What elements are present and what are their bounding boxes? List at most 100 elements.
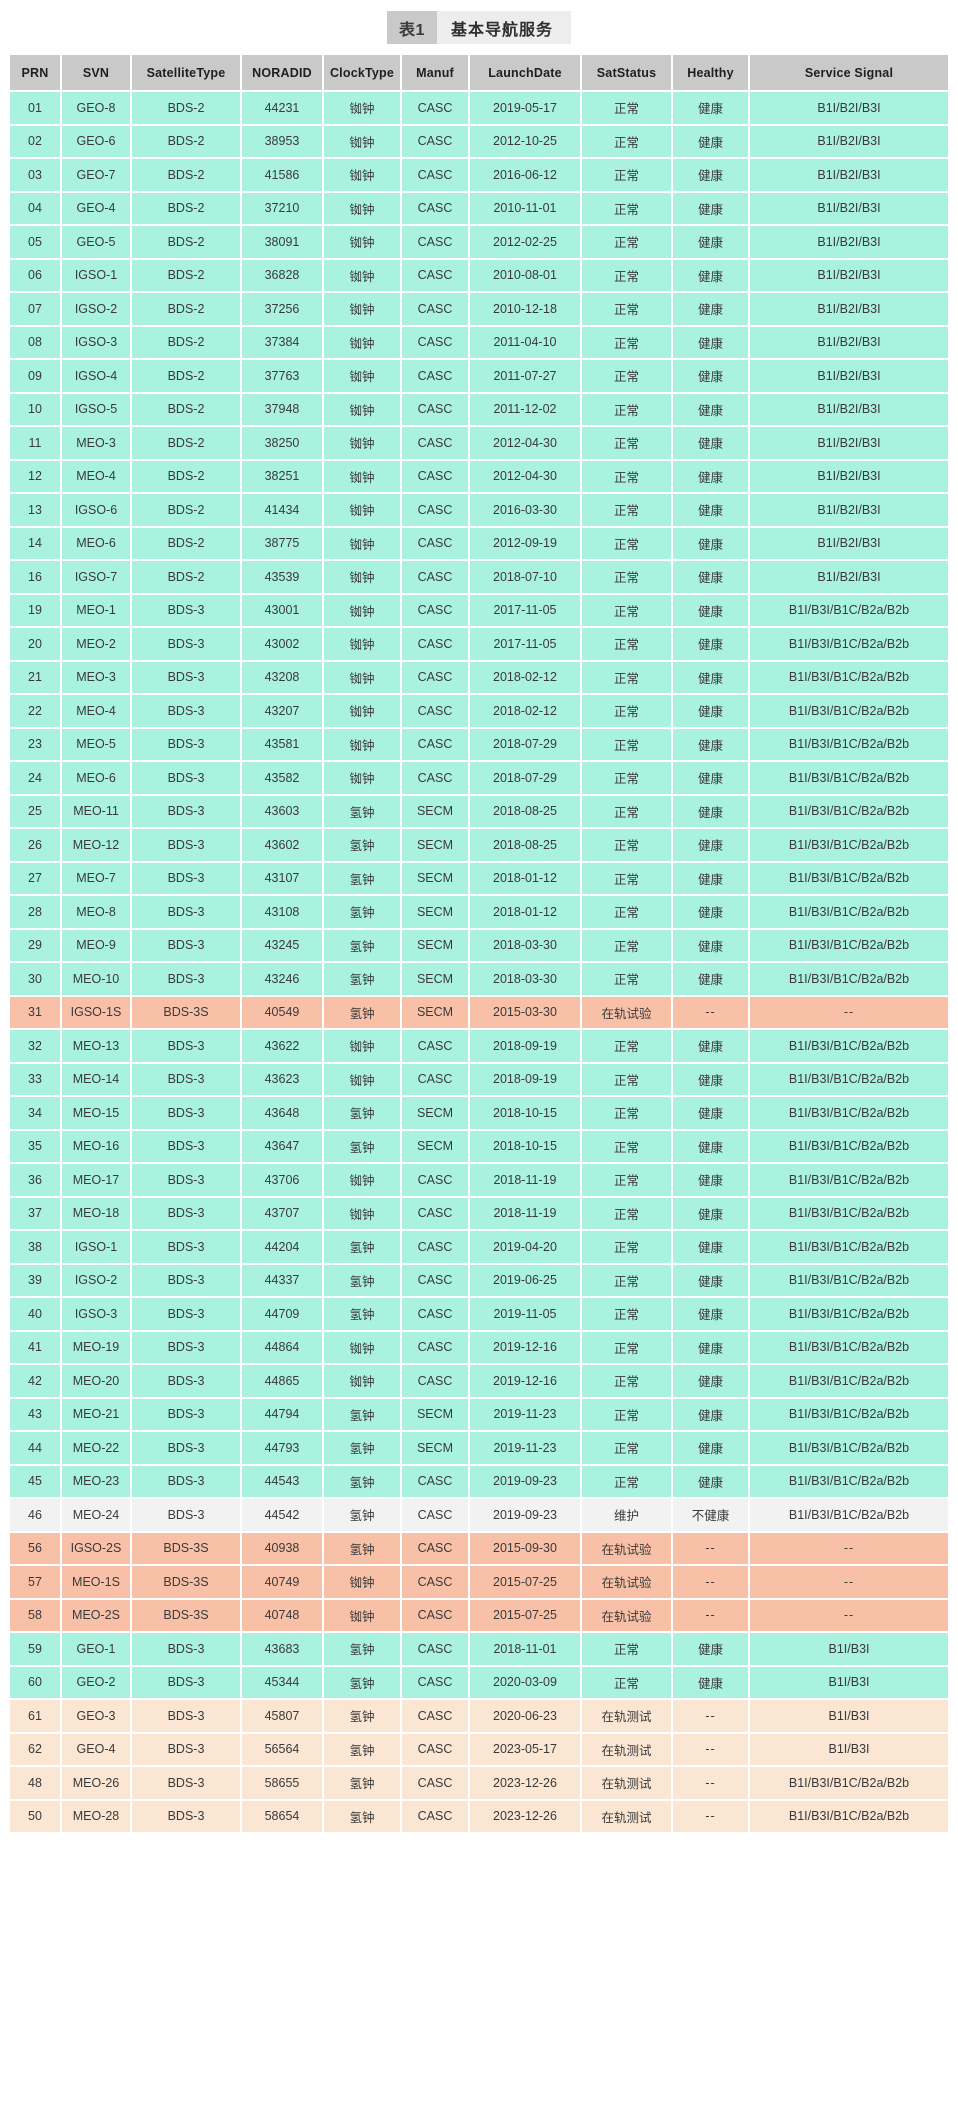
- column-header-clock-type[interactable]: ClockType: [323, 55, 402, 92]
- column-header-sat-status[interactable]: SatStatus: [581, 55, 673, 92]
- cell-healthy: 健康: [672, 1297, 750, 1332]
- column-header-service-signal[interactable]: Service Signal: [749, 55, 948, 92]
- cell-service-signal: B1I/B3I/B1C/B2a/B2b: [749, 1766, 948, 1801]
- table-row[interactable]: 32 MEO-13 BDS-3 43622 铷钟 CASC 2018-09-19 正常 健康 B1…: [10, 1029, 948, 1064]
- table-row[interactable]: 46 MEO-24 BDS-3 44542 氢钟 CASC 2019-09-23 维护 不健康 B…: [10, 1498, 948, 1533]
- column-header-manuf[interactable]: Manuf: [401, 55, 470, 92]
- table-row[interactable]: 07 IGSO-2 BDS-2 37256 铷钟 CASC 2010-12-18 正常 健康 B1…: [10, 292, 948, 327]
- cell-service-signal: B1I/B2I/B3I: [749, 292, 948, 327]
- table-row[interactable]: 06 IGSO-1 BDS-2 36828 铷钟 CASC 2010-08-01 正常 健康 B1…: [10, 258, 948, 293]
- cell-sat-status: 正常: [581, 828, 673, 863]
- table-row[interactable]: 26 MEO-12 BDS-3 43602 氢钟 SECM 2018-08-25 正常 健康 B1…: [10, 828, 948, 863]
- table-header: PRN SVN SatelliteType NORADID ClockType Manuf…: [10, 55, 948, 92]
- column-header-svn[interactable]: SVN: [61, 55, 132, 92]
- column-header-healthy[interactable]: Healthy: [672, 55, 750, 92]
- table-row[interactable]: 20 MEO-2 BDS-3 43002 铷钟 CASC 2017-11-05 正常 健康 B1I…: [10, 627, 948, 662]
- table-row[interactable]: 34 MEO-15 BDS-3 43648 氢钟 SECM 2018-10-15 正常 健康 B1…: [10, 1096, 948, 1131]
- table-row[interactable]: 57 MEO-1S BDS-3S 40749 铷钟 CASC 2015-07-25 在轨试验 -…: [10, 1565, 948, 1600]
- cell-sat-status: 正常: [581, 124, 673, 159]
- table-row[interactable]: 14 MEO-6 BDS-2 38775 铷钟 CASC 2012-09-19 正常 健康 B1I…: [10, 526, 948, 561]
- cell-healthy: 健康: [672, 526, 750, 561]
- cell-healthy: 健康: [672, 727, 750, 762]
- table-row[interactable]: 56 IGSO-2S BDS-3S 40938 氢钟 CASC 2015-09-30 在轨试验…: [10, 1531, 948, 1566]
- table-row[interactable]: 16 IGSO-7 BDS-2 43539 铷钟 CASC 2018-07-10 正常 健康 B1…: [10, 560, 948, 595]
- table-row[interactable]: 59 GEO-1 BDS-3 43683 氢钟 CASC 2018-11-01 正常 健康 B1I…: [10, 1632, 948, 1667]
- cell-noradid: 41586: [241, 158, 324, 193]
- cell-satellite-type: BDS-3: [131, 1431, 242, 1466]
- table-row[interactable]: 48 MEO-26 BDS-3 58655 氢钟 CASC 2023-12-26 在轨测试 --…: [10, 1766, 948, 1801]
- cell-prn: 22: [10, 694, 62, 729]
- table-row[interactable]: 24 MEO-6 BDS-3 43582 铷钟 CASC 2018-07-29 正常 健康 B1I…: [10, 761, 948, 796]
- table-row[interactable]: 35 MEO-16 BDS-3 43647 氢钟 SECM 2018-10-15 正常 健康 B1…: [10, 1129, 948, 1164]
- table-row[interactable]: 45 MEO-23 BDS-3 44543 氢钟 CASC 2019-09-23 正常 健康 B1…: [10, 1464, 948, 1499]
- cell-healthy: 不健康: [672, 1498, 750, 1533]
- table-row[interactable]: 08 IGSO-3 BDS-2 37384 铷钟 CASC 2011-04-10 正常 健康 B1…: [10, 325, 948, 360]
- table-row[interactable]: 19 MEO-1 BDS-3 43001 铷钟 CASC 2017-11-05 正常 健康 B1I…: [10, 593, 948, 628]
- cell-manuf: SECM: [401, 1096, 470, 1131]
- table-row[interactable]: 61 GEO-3 BDS-3 45807 氢钟 CASC 2020-06-23 在轨测试 -- B…: [10, 1699, 948, 1734]
- cell-satellite-type: BDS-2: [131, 359, 242, 394]
- cell-service-signal: B1I/B3I/B1C/B2a/B2b: [749, 794, 948, 829]
- table-row[interactable]: 36 MEO-17 BDS-3 43706 铷钟 CASC 2018-11-19 正常 健康 B1…: [10, 1163, 948, 1198]
- cell-healthy: 健康: [672, 426, 750, 461]
- table-row[interactable]: 22 MEO-4 BDS-3 43207 铷钟 CASC 2018-02-12 正常 健康 B1I…: [10, 694, 948, 729]
- cell-clock-type: 铷钟: [323, 91, 402, 126]
- table-row[interactable]: 13 IGSO-6 BDS-2 41434 铷钟 CASC 2016-03-30 正常 健康 B1…: [10, 493, 948, 528]
- cell-launch-date: 2019-05-17: [469, 91, 582, 126]
- table-row[interactable]: 39 IGSO-2 BDS-3 44337 氢钟 CASC 2019-06-25 正常 健康 B1…: [10, 1263, 948, 1298]
- table-row[interactable]: 62 GEO-4 BDS-3 56564 氢钟 CASC 2023-05-17 在轨测试 -- B…: [10, 1732, 948, 1767]
- table-row[interactable]: 29 MEO-9 BDS-3 43245 氢钟 SECM 2018-03-30 正常 健康 B1I…: [10, 928, 948, 963]
- cell-sat-status: 正常: [581, 225, 673, 260]
- table-row[interactable]: 05 GEO-5 BDS-2 38091 铷钟 CASC 2012-02-25 正常 健康 B1I…: [10, 225, 948, 260]
- table-row[interactable]: 33 MEO-14 BDS-3 43623 铷钟 CASC 2018-09-19 正常 健康 B1…: [10, 1062, 948, 1097]
- column-header-launch-date[interactable]: LaunchDate: [469, 55, 582, 92]
- column-header-satellite-type[interactable]: SatelliteType: [131, 55, 242, 92]
- table-row[interactable]: 09 IGSO-4 BDS-2 37763 铷钟 CASC 2011-07-27 正常 健康 B1…: [10, 359, 948, 394]
- table-row[interactable]: 11 MEO-3 BDS-2 38250 铷钟 CASC 2012-04-30 正常 健康 B1I…: [10, 426, 948, 461]
- table-row[interactable]: 04 GEO-4 BDS-2 37210 铷钟 CASC 2010-11-01 正常 健康 B1I…: [10, 191, 948, 226]
- cell-clock-type: 氢钟: [323, 895, 402, 930]
- cell-svn: MEO-2: [61, 627, 132, 662]
- cell-noradid: 44543: [241, 1464, 324, 1499]
- table-row[interactable]: 44 MEO-22 BDS-3 44793 氢钟 SECM 2019-11-23 正常 健康 B1…: [10, 1431, 948, 1466]
- column-header-prn[interactable]: PRN: [10, 55, 62, 92]
- table-row[interactable]: 21 MEO-3 BDS-3 43208 铷钟 CASC 2018-02-12 正常 健康 B1I…: [10, 660, 948, 695]
- table-row[interactable]: 50 MEO-28 BDS-3 58654 氢钟 CASC 2023-12-26 在轨测试 --…: [10, 1799, 948, 1834]
- cell-launch-date: 2010-08-01: [469, 258, 582, 293]
- table-row[interactable]: 02 GEO-6 BDS-2 38953 铷钟 CASC 2012-10-25 正常 健康 B1I…: [10, 124, 948, 159]
- cell-manuf: SECM: [401, 1397, 470, 1432]
- cell-manuf: CASC: [401, 1330, 470, 1365]
- table-row[interactable]: 27 MEO-7 BDS-3 43107 氢钟 SECM 2018-01-12 正常 健康 B1I…: [10, 861, 948, 896]
- table-row[interactable]: 23 MEO-5 BDS-3 43581 铷钟 CASC 2018-07-29 正常 健康 B1I…: [10, 727, 948, 762]
- table-row[interactable]: 43 MEO-21 BDS-3 44794 氢钟 SECM 2019-11-23 正常 健康 B1…: [10, 1397, 948, 1432]
- cell-launch-date: 2018-02-12: [469, 660, 582, 695]
- cell-svn: MEO-15: [61, 1096, 132, 1131]
- cell-prn: 59: [10, 1632, 62, 1667]
- cell-service-signal: B1I/B3I/B1C/B2a/B2b: [749, 1431, 948, 1466]
- cell-prn: 39: [10, 1263, 62, 1298]
- table-row[interactable]: 30 MEO-10 BDS-3 43246 氢钟 SECM 2018-03-30 正常 健康 B1…: [10, 962, 948, 997]
- table-row[interactable]: 10 IGSO-5 BDS-2 37948 铷钟 CASC 2011-12-02 正常 健康 B1…: [10, 392, 948, 427]
- table-row[interactable]: 37 MEO-18 BDS-3 43707 铷钟 CASC 2018-11-19 正常 健康 B1…: [10, 1196, 948, 1231]
- cell-noradid: 38953: [241, 124, 324, 159]
- table-row[interactable]: 01 GEO-8 BDS-2 44231 铷钟 CASC 2019-05-17 正常 健康 B1I…: [10, 91, 948, 126]
- cell-launch-date: 2018-01-12: [469, 895, 582, 930]
- cell-launch-date: 2018-11-01: [469, 1632, 582, 1667]
- table-row[interactable]: 58 MEO-2S BDS-3S 40748 铷钟 CASC 2015-07-25 在轨试验 -…: [10, 1598, 948, 1633]
- table-row[interactable]: 28 MEO-8 BDS-3 43108 氢钟 SECM 2018-01-12 正常 健康 B1I…: [10, 895, 948, 930]
- column-header-noradid[interactable]: NORADID: [241, 55, 324, 92]
- cell-clock-type: 铷钟: [323, 426, 402, 461]
- table-row[interactable]: 25 MEO-11 BDS-3 43603 氢钟 SECM 2018-08-25 正常 健康 B1…: [10, 794, 948, 829]
- table-row[interactable]: 40 IGSO-3 BDS-3 44709 氢钟 CASC 2019-11-05 正常 健康 B1…: [10, 1297, 948, 1332]
- table-row[interactable]: 60 GEO-2 BDS-3 45344 氢钟 CASC 2020-03-09 正常 健康 B1I…: [10, 1665, 948, 1700]
- table-row[interactable]: 41 MEO-19 BDS-3 44864 铷钟 CASC 2019-12-16 正常 健康 B1…: [10, 1330, 948, 1365]
- cell-clock-type: 氢钟: [323, 1297, 402, 1332]
- cell-sat-status: 正常: [581, 191, 673, 226]
- table-row[interactable]: 03 GEO-7 BDS-2 41586 铷钟 CASC 2016-06-12 正常 健康 B1I…: [10, 158, 948, 193]
- table-row[interactable]: 42 MEO-20 BDS-3 44865 铷钟 CASC 2019-12-16 正常 健康 B1…: [10, 1364, 948, 1399]
- table-row[interactable]: 38 IGSO-1 BDS-3 44204 氢钟 CASC 2019-04-20 正常 健康 B1…: [10, 1230, 948, 1265]
- cell-satellite-type: BDS-2: [131, 292, 242, 327]
- table-row[interactable]: 31 IGSO-1S BDS-3S 40549 氢钟 SECM 2015-03-30 在轨试验…: [10, 995, 948, 1030]
- table-row[interactable]: 12 MEO-4 BDS-2 38251 铷钟 CASC 2012-04-30 正常 健康 B1I…: [10, 459, 948, 494]
- cell-service-signal: B1I/B2I/B3I: [749, 359, 948, 394]
